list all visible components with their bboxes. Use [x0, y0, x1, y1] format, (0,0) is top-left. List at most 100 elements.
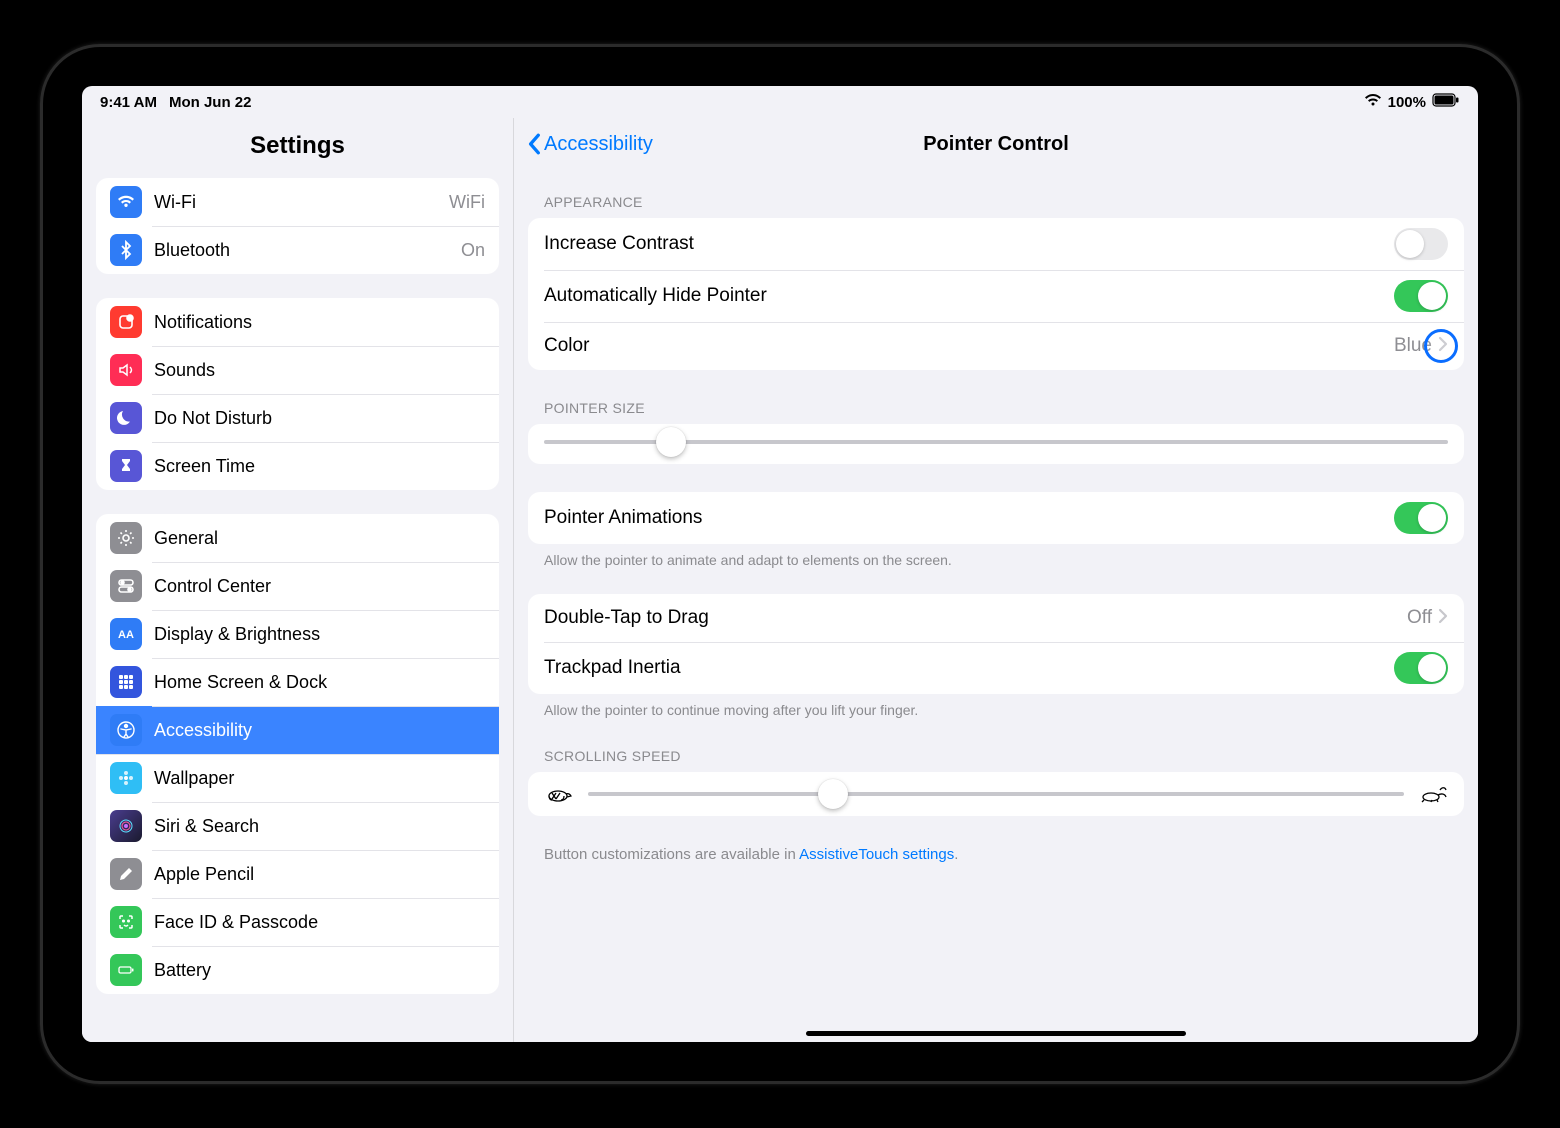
sidebar-item-label: Face ID & Passcode — [154, 912, 485, 933]
settings-sidebar: Settings Wi-Fi WiFi Bluetooth On — [82, 118, 514, 1042]
pointer-size-slider[interactable] — [528, 424, 1464, 464]
sidebar-title: Settings — [82, 118, 513, 178]
sidebar-item-label: Bluetooth — [154, 240, 461, 261]
status-time: 9:41 AM — [100, 94, 157, 111]
sidebar-item-battery[interactable]: Battery — [96, 946, 499, 994]
sidebar-item-display[interactable]: AA Display & Brightness — [96, 610, 499, 658]
sidebar-group-notifications: Notifications Sounds Do Not Disturb Scre… — [96, 298, 499, 490]
detail-panel: Accessibility Pointer Control APPEARANCE… — [514, 118, 1478, 1042]
switch-increase-contrast[interactable] — [1394, 228, 1448, 260]
pointer-size-group — [528, 424, 1464, 464]
rabbit-icon — [1418, 784, 1448, 804]
ipad-frame: 9:41 AM Mon Jun 22 100% Settings Wi-Fi W… — [40, 44, 1520, 1084]
row-increase-contrast[interactable]: Increase Contrast — [528, 218, 1464, 270]
sidebar-item-bluetooth[interactable]: Bluetooth On — [96, 226, 499, 274]
sidebar-item-screentime[interactable]: Screen Time — [96, 442, 499, 490]
inertia-note: Allow the pointer to continue moving aft… — [514, 694, 1478, 718]
face-icon — [110, 906, 142, 938]
sidebar-item-label: Notifications — [154, 312, 485, 333]
person-icon — [110, 714, 142, 746]
sidebar-item-pencil[interactable]: Apple Pencil — [96, 850, 499, 898]
sidebar-item-label: Accessibility — [154, 720, 485, 741]
siri-icon — [110, 810, 142, 842]
sidebar-item-value: On — [461, 240, 485, 261]
sidebar-item-general[interactable]: General — [96, 514, 499, 562]
appearance-group: Increase Contrast Automatically Hide Poi… — [528, 218, 1464, 370]
aa-icon: AA — [110, 618, 142, 650]
sidebar-item-label: Wallpaper — [154, 768, 485, 789]
moon-icon — [110, 402, 142, 434]
screen: 9:41 AM Mon Jun 22 100% Settings Wi-Fi W… — [82, 86, 1478, 1042]
sidebar-item-label: Display & Brightness — [154, 624, 485, 645]
row-double-tap[interactable]: Double-Tap to Drag Off — [528, 594, 1464, 642]
sidebar-item-label: Battery — [154, 960, 485, 981]
row-label: Pointer Animations — [544, 507, 1394, 529]
sidebar-item-label: Siri & Search — [154, 816, 485, 837]
sidebar-item-controlcenter[interactable]: Control Center — [96, 562, 499, 610]
sidebar-item-faceid[interactable]: Face ID & Passcode — [96, 898, 499, 946]
sidebar-group-general: General Control Center AA Display & Brig… — [96, 514, 499, 994]
sidebar-item-notifications[interactable]: Notifications — [96, 298, 499, 346]
battery-icon — [1432, 93, 1460, 111]
sidebar-item-label: Do Not Disturb — [154, 408, 485, 429]
turtle-icon — [544, 784, 574, 804]
row-color[interactable]: Color Blue — [528, 322, 1464, 370]
row-label: Increase Contrast — [544, 233, 1394, 255]
status-date: Mon Jun 22 — [169, 94, 252, 111]
section-header-appearance: APPEARANCE — [514, 170, 1478, 218]
flower-icon — [110, 762, 142, 794]
gear-icon — [110, 522, 142, 554]
battery-icon — [110, 954, 142, 986]
status-battery-pct: 100% — [1388, 94, 1426, 111]
section-header-scroll: SCROLLING SPEED — [514, 718, 1478, 772]
sidebar-item-label: Screen Time — [154, 456, 485, 477]
chevron-right-icon — [1438, 608, 1448, 629]
sidebar-item-wallpaper[interactable]: Wallpaper — [96, 754, 499, 802]
row-label: Automatically Hide Pointer — [544, 285, 1394, 307]
wifi-icon — [1364, 93, 1382, 111]
assistive-note: Button customizations are available in A… — [514, 816, 1478, 893]
sidebar-item-dnd[interactable]: Do Not Disturb — [96, 394, 499, 442]
back-button[interactable]: Accessibility — [518, 133, 663, 156]
sidebar-item-label: General — [154, 528, 485, 549]
back-label: Accessibility — [544, 133, 653, 156]
row-label: Color — [544, 335, 1394, 357]
chevron-right-icon — [1438, 336, 1448, 357]
switches-icon — [110, 570, 142, 602]
sidebar-item-wifi[interactable]: Wi-Fi WiFi — [96, 178, 499, 226]
row-value: Off — [1407, 607, 1432, 629]
sidebar-item-label: Apple Pencil — [154, 864, 485, 885]
switch-trackpad-inertia[interactable] — [1394, 652, 1448, 684]
row-auto-hide[interactable]: Automatically Hide Pointer — [528, 270, 1464, 322]
grid-icon — [110, 666, 142, 698]
sidebar-item-accessibility[interactable]: Accessibility — [96, 706, 499, 754]
sidebar-item-label: Wi-Fi — [154, 192, 449, 213]
bell-icon — [110, 306, 142, 338]
section-header-pointersize: POINTER SIZE — [514, 370, 1478, 424]
sidebar-item-siri[interactable]: Siri & Search — [96, 802, 499, 850]
home-indicator[interactable] — [806, 1031, 1186, 1036]
sidebar-item-homescreen[interactable]: Home Screen & Dock — [96, 658, 499, 706]
scroll-speed-group — [528, 772, 1464, 816]
sidebar-item-value: WiFi — [449, 192, 485, 213]
sidebar-item-label: Control Center — [154, 576, 485, 597]
animations-note: Allow the pointer to animate and adapt t… — [514, 544, 1478, 568]
row-label: Double-Tap to Drag — [544, 607, 1407, 629]
svg-text:AA: AA — [118, 629, 134, 641]
row-pointer-animations[interactable]: Pointer Animations — [528, 492, 1464, 544]
sound-icon — [110, 354, 142, 386]
status-bar: 9:41 AM Mon Jun 22 100% — [82, 86, 1478, 118]
sidebar-item-sounds[interactable]: Sounds — [96, 346, 499, 394]
row-trackpad-inertia[interactable]: Trackpad Inertia — [528, 642, 1464, 694]
bluetooth-icon — [110, 234, 142, 266]
sidebar-group-network: Wi-Fi WiFi Bluetooth On — [96, 178, 499, 274]
switch-auto-hide[interactable] — [1394, 280, 1448, 312]
scroll-speed-slider[interactable] — [528, 772, 1464, 816]
wifi-icon — [110, 186, 142, 218]
hourglass-icon — [110, 450, 142, 482]
switch-pointer-animations[interactable] — [1394, 502, 1448, 534]
assistivetouch-link[interactable]: AssistiveTouch settings — [799, 846, 954, 863]
animations-group: Pointer Animations — [528, 492, 1464, 544]
sidebar-item-label: Home Screen & Dock — [154, 672, 485, 693]
sidebar-item-label: Sounds — [154, 360, 485, 381]
